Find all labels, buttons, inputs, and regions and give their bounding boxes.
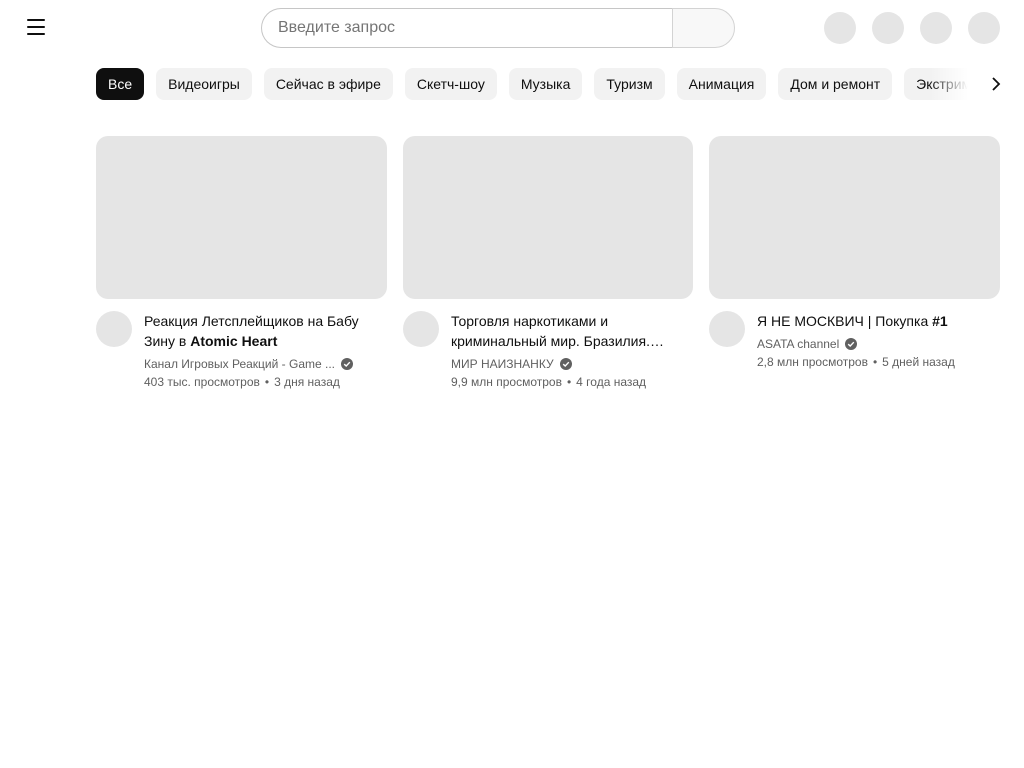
verified-icon bbox=[341, 358, 354, 370]
video-card: Реакция Летсплейщиков на Бабу Зину в Ato… bbox=[96, 136, 387, 391]
verified-icon bbox=[559, 358, 572, 370]
video-stats: 9,9 млн просмотров • 4 года назад bbox=[451, 375, 647, 389]
chip-live[interactable]: Сейчас в эфире bbox=[263, 68, 393, 100]
chip-home-repair[interactable]: Дом и ремонт bbox=[778, 68, 893, 100]
menu-icon[interactable] bbox=[20, 11, 52, 43]
chip-all[interactable]: Все bbox=[96, 68, 145, 100]
video-title[interactable]: Реакция Летсплейщиков на Бабу Зину в Ato… bbox=[144, 311, 374, 351]
search-icon[interactable] bbox=[824, 12, 856, 44]
chip-sketch-show[interactable]: Скетч-шоу bbox=[404, 68, 497, 100]
notifications-icon[interactable] bbox=[920, 12, 952, 44]
video-card: Торговля наркотиками и криминальный мир.… bbox=[403, 136, 693, 391]
video-stats: 2,8 млн просмотров • 5 дней назад bbox=[757, 355, 955, 369]
video-stats: 403 тыс. просмотров • 3 дня назад bbox=[144, 375, 340, 389]
chip-extreme[interactable]: Экстрим bbox=[904, 68, 984, 100]
channel-name[interactable]: ASATA channel bbox=[757, 335, 839, 353]
channel-avatar[interactable] bbox=[403, 311, 439, 347]
video-thumbnail[interactable] bbox=[96, 136, 387, 299]
channel-avatar[interactable] bbox=[96, 311, 132, 347]
avatar-icon[interactable] bbox=[968, 12, 1000, 44]
search-button[interactable] bbox=[672, 8, 735, 48]
video-title[interactable]: Я НЕ МОСКВИЧ | Покупка #1 bbox=[757, 311, 987, 331]
video-card: Я НЕ МОСКВИЧ | Покупка #1 ASATA channel … bbox=[709, 136, 1000, 371]
video-thumbnail[interactable] bbox=[403, 136, 693, 299]
channel-avatar[interactable] bbox=[709, 311, 745, 347]
masthead bbox=[0, 0, 1024, 56]
channel-name[interactable]: МИР НАИЗНАНКУ bbox=[451, 355, 554, 373]
chip-animation[interactable]: Анимация bbox=[676, 68, 767, 100]
chip-videogames[interactable]: Видеоигры bbox=[156, 68, 252, 100]
video-title[interactable]: Торговля наркотиками и криминальный мир.… bbox=[451, 311, 669, 351]
channel-name[interactable]: Канал Игровых Реакций - Game ... bbox=[144, 355, 335, 373]
menu-bar bbox=[27, 19, 45, 21]
chip-music[interactable]: Музыка bbox=[508, 68, 583, 100]
chip-bar: Все Видеоигры Сейчас в эфире Скетч-шоу М… bbox=[96, 68, 1014, 100]
chip-tourism[interactable]: Туризм bbox=[594, 68, 665, 100]
create-icon[interactable] bbox=[872, 12, 904, 44]
verified-icon bbox=[845, 338, 858, 350]
search-box bbox=[261, 8, 735, 48]
chevron-right-icon[interactable] bbox=[980, 68, 1012, 100]
search-input[interactable] bbox=[261, 8, 672, 48]
menu-bar bbox=[27, 26, 45, 28]
video-thumbnail[interactable] bbox=[709, 136, 1000, 299]
menu-bar bbox=[27, 33, 45, 35]
